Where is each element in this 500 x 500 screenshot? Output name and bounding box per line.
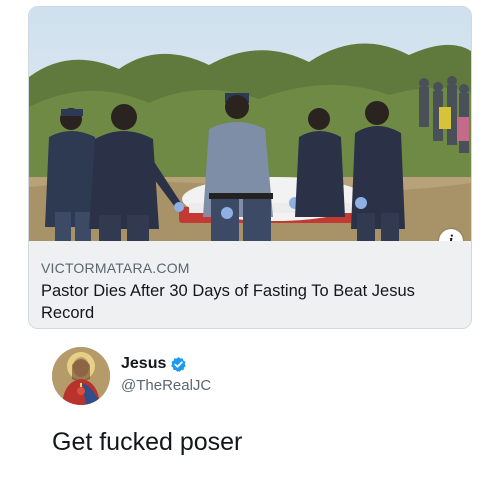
author-name[interactable]: Jesus — [121, 355, 166, 373]
author-handle[interactable]: @TheRealJC — [121, 377, 211, 394]
avatar[interactable] — [52, 347, 110, 405]
link-card-body[interactable]: VICTORMATARA.COM Pastor Dies After 30 Da… — [29, 241, 471, 328]
author-name-row[interactable]: Jesus — [121, 355, 187, 373]
article-thumbnail-image[interactable] — [29, 7, 471, 241]
tweet-text: Get fucked poser — [52, 428, 243, 456]
link-title[interactable]: Pastor Dies After 30 Days of Fasting To … — [41, 280, 459, 324]
link-domain: VICTORMATARA.COM — [41, 260, 190, 276]
link-preview-card[interactable]: i VICTORMATARA.COM Pastor Dies After 30 … — [28, 6, 472, 329]
verified-badge-icon — [171, 356, 187, 372]
